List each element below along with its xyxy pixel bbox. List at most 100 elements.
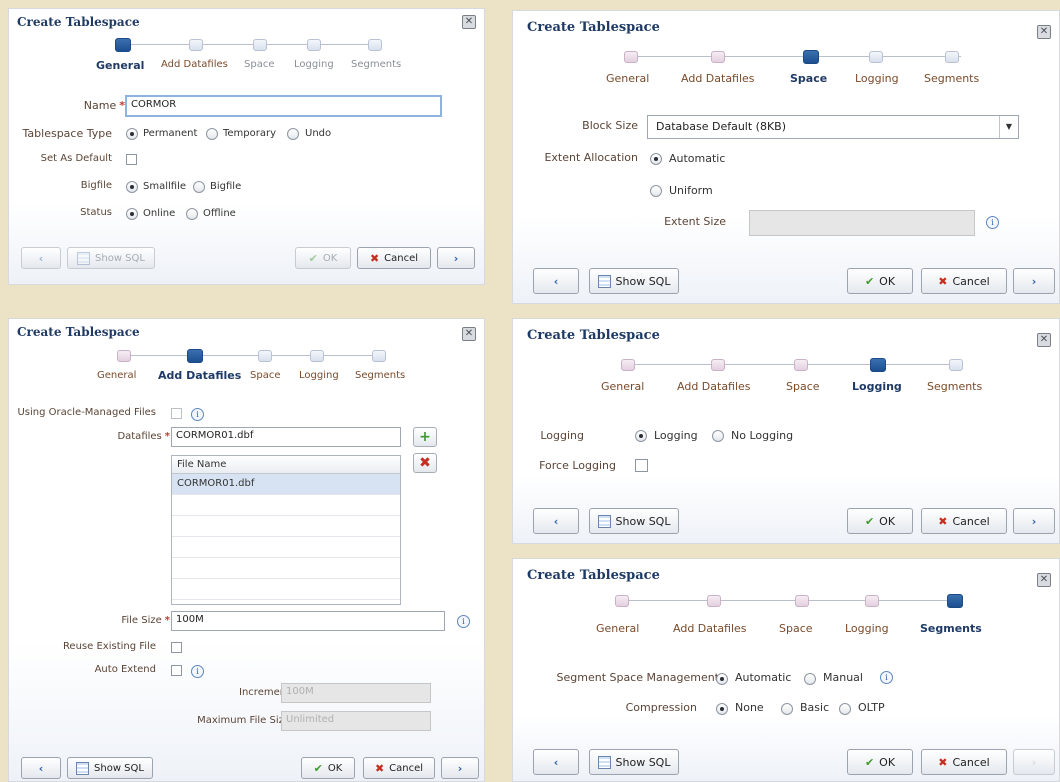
train-label-add-datafiles[interactable]: Add Datafiles	[677, 380, 751, 393]
train-label-logging[interactable]: Logging	[299, 370, 339, 381]
train-node-logging[interactable]	[310, 350, 324, 362]
next-button[interactable]: ›	[1013, 749, 1055, 775]
compression-oltp-radio[interactable]	[839, 703, 851, 715]
close-icon[interactable]: ✕	[1037, 25, 1051, 39]
train-label-logging[interactable]: Logging	[852, 380, 902, 393]
train-label-segments[interactable]: Segments	[351, 59, 401, 70]
datafiles-input[interactable]: CORMOR01.dbf	[171, 427, 401, 447]
cancel-button[interactable]: ✖ Cancel	[921, 749, 1007, 775]
ok-button[interactable]: ✔ OK	[847, 749, 913, 775]
train-node-general[interactable]	[615, 595, 629, 607]
train-label-add-datafiles[interactable]: Add Datafiles	[681, 72, 755, 85]
train-node-add-datafiles[interactable]	[187, 349, 203, 363]
show-sql-button[interactable]: Show SQL	[67, 247, 155, 269]
train-label-general[interactable]: General	[601, 380, 644, 393]
train-node-general[interactable]	[117, 350, 131, 362]
train-node-segments[interactable]	[372, 350, 386, 362]
train-label-general[interactable]: General	[97, 370, 136, 381]
type-temporary-radio[interactable]	[206, 128, 218, 140]
close-icon[interactable]: ✕	[462, 15, 476, 29]
table-row[interactable]	[172, 495, 400, 516]
train-node-segments[interactable]	[945, 51, 959, 63]
table-row[interactable]: CORMOR01.dbf	[172, 474, 400, 495]
file-size-input[interactable]: 100M	[171, 611, 445, 631]
type-undo-radio[interactable]	[287, 128, 299, 140]
train-label-segments[interactable]: Segments	[355, 370, 405, 381]
add-icon[interactable]: +	[413, 427, 437, 447]
train-node-logging[interactable]	[870, 358, 886, 372]
close-icon[interactable]: ✕	[1037, 333, 1051, 347]
bigfile-smallfile-radio[interactable]	[126, 181, 138, 193]
back-button[interactable]: ‹	[21, 247, 61, 269]
compression-none-radio[interactable]	[716, 703, 728, 715]
train-node-space[interactable]	[794, 359, 808, 371]
train-label-space[interactable]: Space	[244, 59, 274, 70]
logging-nologging-radio[interactable]	[712, 430, 724, 442]
train-node-add-datafiles[interactable]	[707, 595, 721, 607]
cancel-button[interactable]: ✖ Cancel	[921, 508, 1007, 534]
force-logging-checkbox[interactable]	[635, 459, 648, 472]
omf-checkbox[interactable]	[171, 408, 182, 419]
extent-size-input[interactable]	[749, 210, 975, 236]
train-node-segments[interactable]	[368, 39, 382, 51]
table-row[interactable]	[172, 579, 400, 600]
close-icon[interactable]: ✕	[1037, 573, 1051, 587]
back-button[interactable]: ‹	[533, 508, 579, 534]
extent-uniform-radio[interactable]	[650, 185, 662, 197]
max-file-size-input[interactable]: Unlimited	[281, 711, 431, 731]
extent-automatic-radio[interactable]	[650, 153, 662, 165]
name-input[interactable]: CORMOR	[125, 95, 442, 117]
train-label-add-datafiles[interactable]: Add Datafiles	[161, 59, 228, 70]
table-row[interactable]	[172, 516, 400, 537]
compression-basic-radio[interactable]	[781, 703, 793, 715]
remove-icon[interactable]: ✖	[413, 453, 437, 473]
train-node-add-datafiles[interactable]	[711, 359, 725, 371]
next-button[interactable]: ›	[441, 757, 479, 779]
status-online-radio[interactable]	[126, 208, 138, 220]
train-node-segments[interactable]	[947, 594, 963, 608]
train-label-space[interactable]: Space	[786, 380, 820, 393]
bigfile-bigfile-radio[interactable]	[193, 181, 205, 193]
train-label-space[interactable]: Space	[779, 622, 813, 635]
train-label-logging[interactable]: Logging	[855, 72, 899, 85]
train-label-add-datafiles[interactable]: Add Datafiles	[673, 622, 747, 635]
train-node-segments[interactable]	[949, 359, 963, 371]
ok-button[interactable]: ✔ OK	[295, 247, 351, 269]
show-sql-button[interactable]: Show SQL	[589, 749, 679, 775]
reuse-existing-file-checkbox[interactable]	[171, 642, 182, 653]
back-button[interactable]: ‹	[533, 268, 579, 294]
next-button[interactable]: ›	[1013, 268, 1055, 294]
table-row[interactable]	[172, 537, 400, 558]
train-node-general[interactable]	[624, 51, 638, 63]
train-node-logging[interactable]	[869, 51, 883, 63]
cancel-button[interactable]: ✖ Cancel	[357, 247, 431, 269]
train-node-space[interactable]	[253, 39, 267, 51]
back-button[interactable]: ‹	[533, 749, 579, 775]
show-sql-button[interactable]: Show SQL	[67, 757, 153, 779]
cancel-button[interactable]: ✖ Cancel	[921, 268, 1007, 294]
table-header-file-name[interactable]: File Name	[172, 456, 400, 474]
train-label-segments[interactable]: Segments	[924, 72, 979, 85]
train-node-logging[interactable]	[865, 595, 879, 607]
next-button[interactable]: ›	[1013, 508, 1055, 534]
show-sql-button[interactable]: Show SQL	[589, 268, 679, 294]
train-label-add-datafiles[interactable]: Add Datafiles	[158, 369, 241, 382]
train-node-space[interactable]	[803, 50, 819, 64]
next-button[interactable]: ›	[437, 247, 475, 269]
train-label-general[interactable]: General	[96, 59, 144, 72]
close-icon[interactable]: ✕	[462, 327, 476, 341]
increment-input[interactable]: 100M	[281, 683, 431, 703]
train-label-segments[interactable]: Segments	[927, 380, 982, 393]
ssm-automatic-radio[interactable]	[716, 673, 728, 685]
ok-button[interactable]: ✔ OK	[301, 757, 355, 779]
cancel-button[interactable]: ✖ Cancel	[363, 757, 435, 779]
logging-logging-radio[interactable]	[635, 430, 647, 442]
train-label-space[interactable]: Space	[250, 370, 280, 381]
train-label-logging[interactable]: Logging	[845, 622, 889, 635]
ok-button[interactable]: ✔ OK	[847, 508, 913, 534]
train-label-general[interactable]: General	[606, 72, 649, 85]
block-size-select[interactable]: Database Default (8KB) ▼	[647, 115, 1019, 139]
train-node-add-datafiles[interactable]	[711, 51, 725, 63]
train-label-space[interactable]: Space	[790, 72, 827, 85]
auto-extend-checkbox[interactable]	[171, 665, 182, 676]
